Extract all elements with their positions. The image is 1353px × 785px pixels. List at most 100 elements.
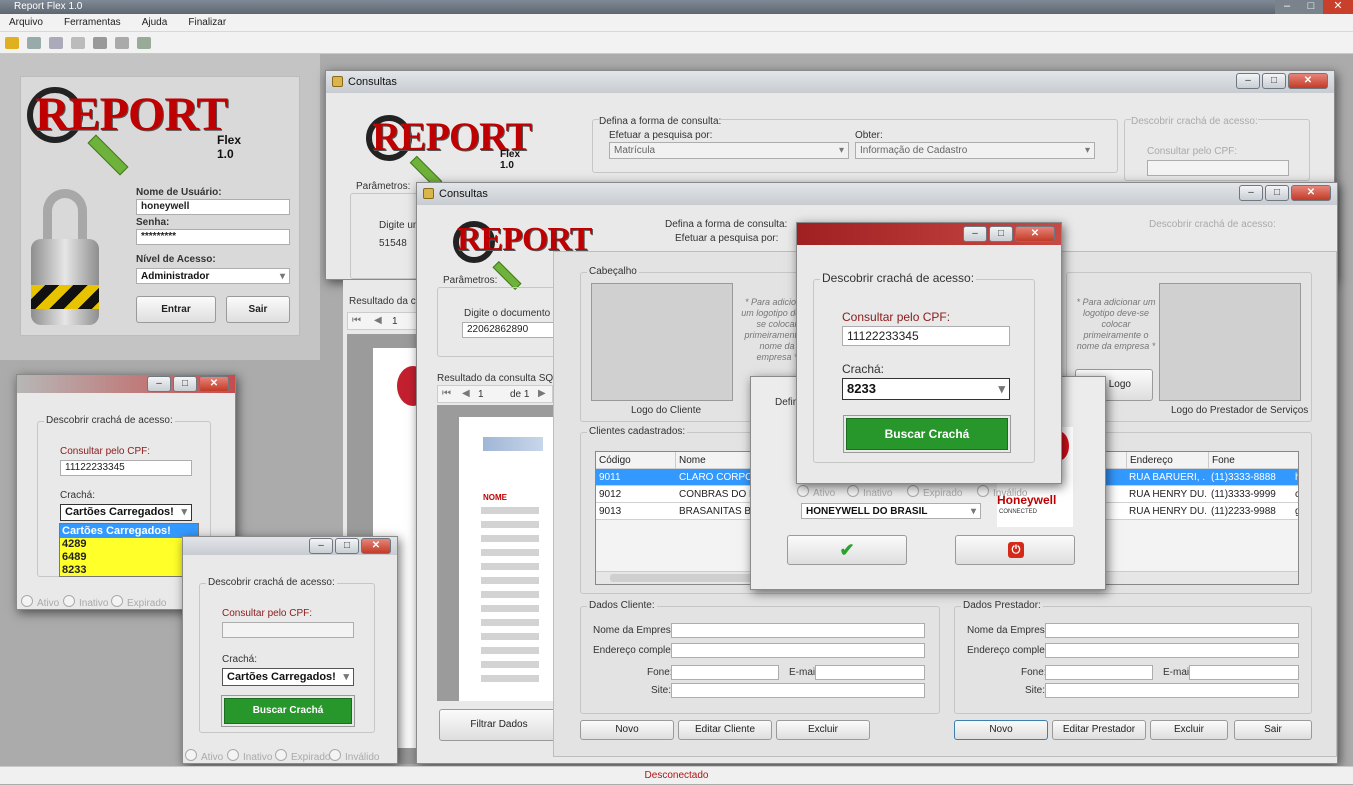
minimize-button[interactable]: – (309, 538, 333, 554)
delete-icon[interactable] (93, 37, 108, 49)
username-field[interactable]: honeywell (136, 199, 290, 215)
email-field[interactable] (1189, 665, 1299, 680)
status-ativo[interactable]: Ativo (185, 749, 223, 763)
address-field[interactable] (1045, 643, 1299, 658)
dropdown-option[interactable]: Cartões Carregados! (60, 524, 198, 538)
company-field[interactable] (1045, 623, 1299, 638)
edit-client-button[interactable]: Editar Cliente (678, 720, 772, 740)
status-inativo[interactable]: Inativo (63, 595, 108, 609)
column-header[interactable]: Código (596, 452, 676, 469)
minimize-button[interactable]: – (147, 376, 171, 392)
confirm-button[interactable]: ✔ (787, 535, 907, 565)
minimize-button[interactable]: – (1239, 185, 1263, 201)
status-expirado[interactable]: Expirado (907, 485, 962, 499)
dropdown-option[interactable]: 8233 (60, 564, 198, 577)
site-field[interactable] (671, 683, 925, 698)
cpf-field[interactable] (222, 622, 354, 638)
cpf-field[interactable]: 11122233345 (842, 326, 1010, 346)
address-field[interactable] (671, 643, 925, 658)
page-number[interactable]: 1 (478, 389, 484, 400)
exit-panel-button[interactable]: Sair (1234, 720, 1312, 740)
maximize-button[interactable]: □ (1299, 0, 1323, 14)
print-icon[interactable] (71, 37, 86, 49)
cpf-field[interactable] (1147, 160, 1289, 176)
maximize-button[interactable]: □ (335, 538, 359, 554)
connected-text: CONNECTED (999, 509, 1038, 515)
provider-logo-box[interactable] (1159, 283, 1301, 401)
close-button[interactable]: ✕ (1323, 0, 1353, 14)
maximize-button[interactable]: □ (1265, 185, 1289, 201)
status-expirado[interactable]: Expirado (275, 749, 330, 763)
exit-button[interactable]: Sair (226, 296, 290, 323)
menu-ferramentas[interactable]: Ferramentas (55, 14, 130, 28)
client-logo-label: Logo do Cliente (631, 405, 702, 416)
status-invalido[interactable]: Inválido (977, 485, 1027, 499)
delete-client-button[interactable]: Excluir (776, 720, 870, 740)
email-field[interactable] (815, 665, 925, 680)
status-inativo[interactable]: Inativo (227, 749, 272, 763)
digit-field[interactable]: 22062862890 (462, 322, 558, 338)
close-button[interactable]: ✕ (1015, 226, 1055, 242)
column-header[interactable]: Nome (676, 452, 750, 469)
next-page-icon[interactable]: ▶ (538, 388, 546, 399)
cracha-select[interactable]: 8233 (842, 378, 1010, 400)
site-field[interactable] (1045, 683, 1299, 698)
status-ativo[interactable]: Ativo (21, 595, 59, 609)
edit-provider-button[interactable]: Editar Prestador (1052, 720, 1146, 740)
new-client-button[interactable]: Novo (580, 720, 674, 740)
dropdown-option[interactable]: 4289 (60, 538, 198, 551)
cracha-select[interactable]: Cartões Carregados! (60, 504, 192, 521)
phone-field[interactable] (1045, 665, 1153, 680)
maximize-button[interactable]: □ (173, 376, 197, 392)
key-icon[interactable] (5, 37, 19, 49)
status-ativo[interactable]: Ativo (797, 485, 835, 499)
search-badge-button[interactable]: Buscar Crachá (221, 695, 355, 727)
digit-value[interactable]: 51548 (379, 238, 407, 249)
report-icon[interactable] (49, 37, 64, 49)
delete-provider-button[interactable]: Excluir (1150, 720, 1228, 740)
status-expirado[interactable]: Expirado (111, 595, 166, 609)
column-header[interactable]: Fone (1208, 452, 1298, 469)
status-inativo[interactable]: Inativo (847, 485, 892, 499)
prev-page-icon[interactable]: ◀ (374, 315, 382, 326)
obtain-select[interactable]: Informação de Cadastro (855, 142, 1095, 159)
cpf-field[interactable]: 11122233345 (60, 460, 192, 476)
cancel-button[interactable]: ⏻ (955, 535, 1075, 565)
close-button[interactable]: ✕ (1291, 185, 1331, 201)
menu-finalizar[interactable]: Finalizar (179, 14, 235, 28)
minimize-button[interactable]: – (1275, 0, 1299, 14)
maximize-button[interactable]: □ (989, 226, 1013, 242)
close-button[interactable]: ✕ (199, 376, 229, 392)
search-badge-button[interactable]: Buscar Crachá (843, 415, 1011, 453)
menu-ajuda[interactable]: Ajuda (133, 14, 177, 28)
level-select[interactable]: Administrador (136, 268, 290, 284)
enter-button[interactable]: Entrar (136, 296, 216, 323)
dropdown-option[interactable]: 6489 (60, 551, 198, 564)
minimize-button[interactable]: – (1236, 73, 1260, 89)
new-provider-button[interactable]: Novo (954, 720, 1048, 740)
minimize-button[interactable]: – (963, 226, 987, 242)
grid-icon[interactable] (115, 37, 130, 49)
first-page-icon[interactable]: ⏮ (352, 315, 361, 326)
form-title: Defina a forma de consulta: (665, 219, 788, 230)
company-field[interactable] (671, 623, 925, 638)
client-logo-box[interactable] (591, 283, 733, 401)
search-by-select[interactable]: Matrícula (609, 142, 849, 159)
password-field[interactable]: ********* (136, 229, 290, 245)
status-invalido[interactable]: Inválido (329, 749, 379, 763)
first-page-icon[interactable]: ⏮ (442, 388, 451, 399)
phone-field[interactable] (671, 665, 779, 680)
filter-button[interactable]: Filtrar Dados (439, 709, 559, 741)
menu-arquivo[interactable]: Arquivo (0, 14, 52, 28)
company-select[interactable]: HONEYWELL DO BRASIL (801, 503, 981, 519)
cracha-select[interactable]: Cartões Carregados! (222, 668, 354, 686)
maximize-button[interactable]: □ (1262, 73, 1286, 89)
export-icon[interactable] (137, 37, 152, 49)
prev-page-icon[interactable]: ◀ (462, 388, 470, 399)
tool-icon[interactable] (27, 37, 42, 49)
page-number[interactable]: 1 (392, 316, 398, 327)
close-button[interactable]: ✕ (1288, 73, 1328, 89)
column-header[interactable]: Endereço (1126, 452, 1206, 469)
close-button[interactable]: ✕ (361, 538, 391, 554)
scrollbar-thumb[interactable] (610, 574, 770, 582)
